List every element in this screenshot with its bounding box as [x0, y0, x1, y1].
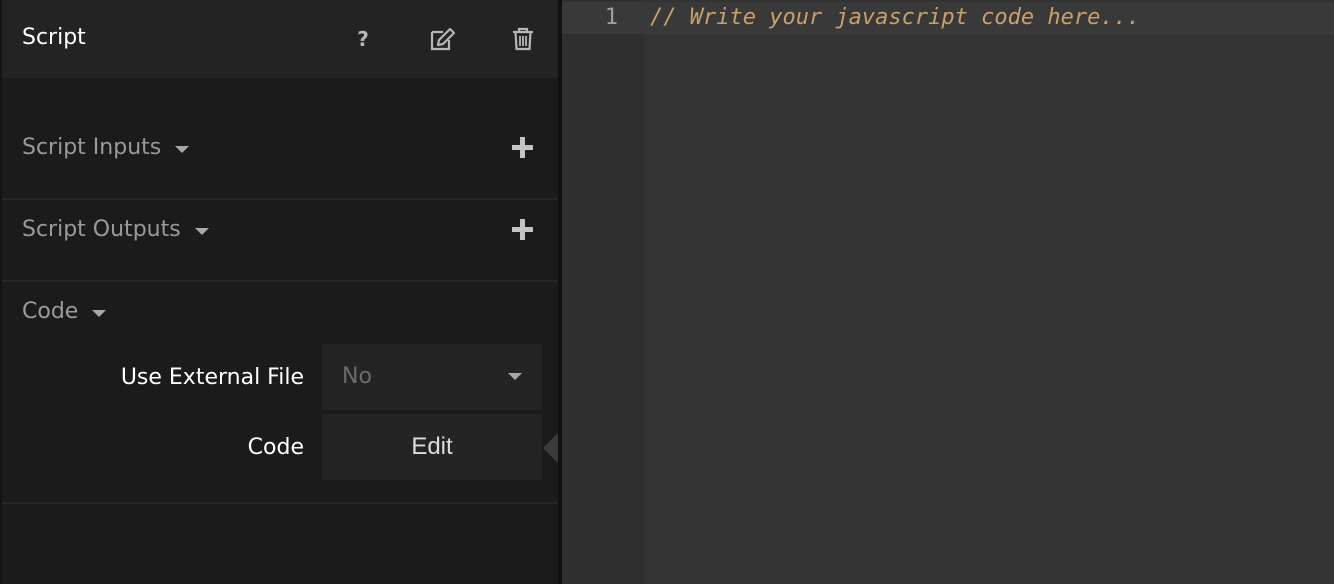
use-external-file-label: Use External File [120, 365, 304, 390]
caret-down-icon [92, 309, 107, 317]
app-root: Script ? Script Inputs Script Outputs Co… [0, 0, 1334, 584]
script-outputs-label: Script Outputs [22, 217, 181, 242]
line-number-gutter [562, 0, 644, 584]
caret-down-icon [194, 227, 209, 235]
use-external-file-value: No [342, 364, 372, 389]
code-editor[interactable]: 1 // Write your javascript code here... [562, 0, 1334, 584]
code-section-label: Code [22, 299, 79, 324]
panel-title: Script [22, 25, 86, 50]
code-section-toggle[interactable]: Code [22, 297, 107, 327]
script-inputs-section: Script Inputs [2, 78, 558, 200]
script-properties-panel: Script ? Script Inputs Script Outputs Co… [0, 0, 563, 584]
trash-icon[interactable] [508, 24, 538, 54]
code-field-label: Code [247, 435, 304, 460]
use-external-file-select[interactable]: No [322, 344, 542, 410]
code-line[interactable]: // Write your javascript code here... [650, 3, 1140, 33]
script-inputs-toggle[interactable]: Script Inputs [22, 133, 190, 163]
chevron-down-icon [508, 373, 522, 380]
edit-icon[interactable] [428, 24, 458, 54]
add-script-input-icon[interactable] [512, 137, 534, 159]
caret-down-icon [175, 145, 190, 153]
panel-header: Script ? [2, 0, 558, 78]
script-inputs-label: Script Inputs [22, 135, 162, 160]
line-number: 1 [604, 5, 618, 30]
help-glyph: ? [357, 27, 369, 51]
script-outputs-section: Script Outputs [2, 200, 558, 282]
help-icon[interactable]: ? [348, 24, 378, 54]
edit-code-button[interactable]: Edit [322, 414, 542, 480]
add-script-output-icon[interactable] [512, 219, 534, 241]
script-outputs-toggle[interactable]: Script Outputs [22, 215, 209, 245]
code-section: Code Use External File No Code Edit [2, 282, 558, 504]
